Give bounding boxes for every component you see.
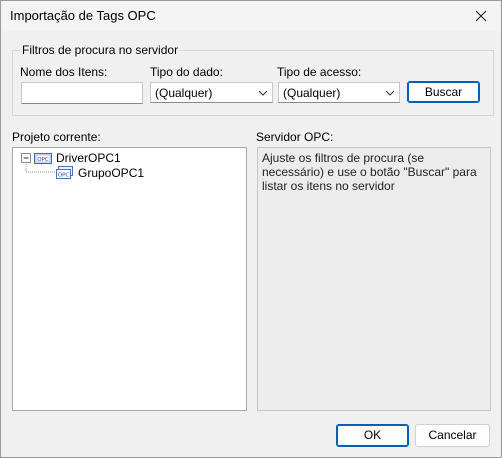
tree-item-label: DriverOPC1	[56, 151, 121, 165]
tree-item-label: GrupoOPC1	[78, 166, 145, 180]
title-bar: Importação de Tags OPC	[1, 1, 501, 31]
cancel-button[interactable]: Cancelar	[415, 424, 490, 447]
close-button[interactable]	[467, 3, 495, 29]
search-button[interactable]: Buscar	[407, 81, 480, 103]
close-icon	[475, 10, 487, 22]
data-type-label: Tipo do dado:	[150, 65, 223, 79]
item-names-label: Nome dos Itens:	[20, 65, 108, 79]
tree-connector	[25, 162, 55, 173]
svg-text:OPC: OPC	[58, 173, 70, 179]
opc-server-label: Servidor OPC:	[256, 130, 334, 144]
project-tree[interactable]: OPC DriverOPC1 OPC GrupoOPC1	[12, 147, 247, 411]
dialog-window: Importação de Tags OPC Filtros de procur…	[0, 0, 502, 458]
ok-button[interactable]: OK	[336, 424, 409, 447]
opc-server-panel[interactable]: Ajuste os filtros de procura (se necessá…	[257, 147, 491, 411]
data-type-select[interactable]: (Qualquer)	[150, 82, 273, 103]
item-names-input[interactable]	[21, 82, 143, 104]
chevron-down-icon	[385, 90, 395, 96]
data-type-value: (Qualquer)	[155, 86, 213, 100]
access-type-label: Tipo de acesso:	[277, 65, 362, 79]
filter-group-title: Filtros de procura no servidor	[20, 43, 181, 57]
chevron-down-icon	[258, 90, 268, 96]
opc-group-icon: OPC	[56, 166, 73, 179]
current-project-label: Projeto corrente:	[12, 130, 101, 144]
access-type-select[interactable]: (Qualquer)	[278, 82, 400, 103]
window-title: Importação de Tags OPC	[10, 8, 156, 23]
tree-item-group[interactable]: OPC GrupoOPC1	[56, 166, 144, 180]
server-info-message: Ajuste os filtros de procura (se necessá…	[262, 151, 477, 193]
access-type-value: (Qualquer)	[283, 86, 341, 100]
